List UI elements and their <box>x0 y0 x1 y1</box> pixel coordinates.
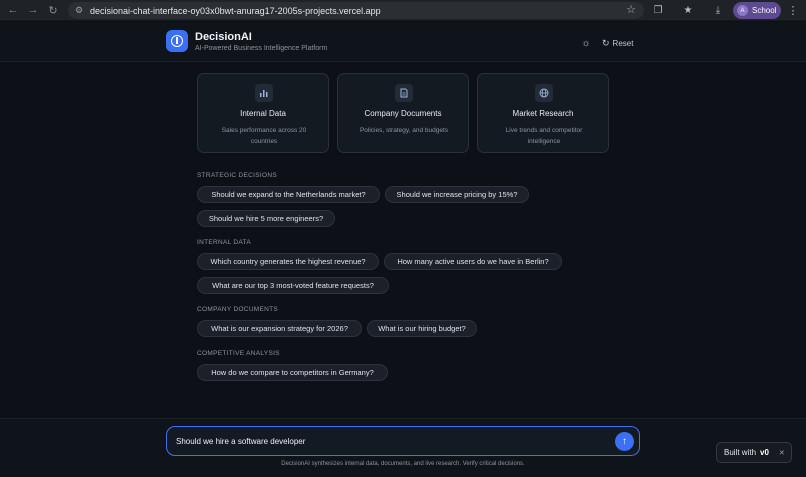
suggestion-chip[interactable]: How do we compare to competitors in Germ… <box>197 364 388 381</box>
section-label-documents: COMPANY DOCUMENTS <box>197 306 279 313</box>
forward-arrow-icon[interactable]: → <box>26 3 40 17</box>
chat-composer: ↑ <box>166 426 640 456</box>
profile-label: School <box>752 6 777 15</box>
card-title: Company Documents <box>364 109 442 118</box>
address-bar[interactable]: ⚙ decisionai-chat-interface-oy03x0bwt-an… <box>68 2 644 19</box>
avatar: A <box>737 5 748 16</box>
back-arrow-icon[interactable]: ← <box>6 3 20 17</box>
built-with-label: Built with <box>724 448 757 457</box>
section-label-strategic: STRATEGIC DECISIONS <box>197 172 277 179</box>
send-button[interactable]: ↑ <box>615 432 634 451</box>
suggestion-chip[interactable]: How many active users do we have in Berl… <box>384 253 562 270</box>
reset-button[interactable]: ↻ Reset <box>602 36 633 50</box>
downloads-icon[interactable]: ⤓ <box>711 3 725 17</box>
bookmark-star-icon[interactable]: ☆ <box>626 3 636 16</box>
section-label-competitive: COMPETITIVE ANALYSIS <box>197 350 280 357</box>
reset-label: Reset <box>612 38 634 48</box>
sun-icon[interactable]: ☼ <box>579 36 593 50</box>
suggestion-chip[interactable]: Should we increase pricing by 15%? <box>385 186 529 203</box>
site-info-icon[interactable]: ⚙ <box>72 5 86 17</box>
profile-button[interactable]: A School <box>733 2 781 19</box>
page-title: DecisionAI <box>195 31 252 43</box>
suggestion-chip[interactable]: Should we expand to the Netherlands mark… <box>197 186 380 203</box>
tab-search-icon[interactable]: ★ <box>681 3 695 17</box>
disclaimer-text: DecisionAI synthesizes internal data, do… <box>281 461 525 467</box>
suggestion-chip[interactable]: What is our hiring budget? <box>367 320 477 337</box>
card-description: Sales performance across 20 countries <box>221 127 307 145</box>
page-subtitle: AI-Powered Business Intelligence Platfor… <box>195 45 328 52</box>
suggestion-chip[interactable]: Should we hire 5 more engineers? <box>197 210 335 227</box>
v0-logo: v0 <box>760 448 769 457</box>
built-with-badge[interactable]: Built with v0 ✕ <box>716 442 792 463</box>
refresh-icon: ↻ <box>602 37 610 48</box>
bar-chart-icon <box>255 84 273 102</box>
browser-toolbar: ← → ↻ ⚙ decisionai-chat-interface-oy03x0… <box>0 0 806 21</box>
reload-icon[interactable]: ↻ <box>46 3 60 17</box>
app-header: DecisionAI AI-Powered Business Intellige… <box>0 22 806 62</box>
section-label-internal: INTERNAL DATA <box>197 239 251 246</box>
suggestion-chip[interactable]: What is our expansion strategy for 2026? <box>197 320 362 337</box>
extensions-icon[interactable]: ❐ <box>651 3 665 17</box>
brain-logo-icon <box>166 30 188 52</box>
document-icon <box>395 84 413 102</box>
close-icon[interactable]: ✕ <box>779 449 785 457</box>
more-menu-icon[interactable]: ⋮ <box>787 3 799 17</box>
arrow-up-icon: ↑ <box>622 436 627 447</box>
card-market-research: Market Research Live trends and competit… <box>477 73 609 153</box>
suggestion-chip[interactable]: What are our top 3 most-voted feature re… <box>197 277 389 294</box>
url-text[interactable]: decisionai-chat-interface-oy03x0bwt-anur… <box>90 6 381 16</box>
card-title: Internal Data <box>240 109 286 118</box>
card-company-documents: Company Documents Policies, strategy, an… <box>337 73 469 153</box>
suggestion-chip[interactable]: Which country generates the highest reve… <box>197 253 379 270</box>
card-internal-data: Internal Data Sales performance across 2… <box>197 73 329 153</box>
card-description: Policies, strategy, and budgets <box>359 127 449 134</box>
card-title: Market Research <box>512 109 574 118</box>
chat-input[interactable] <box>176 434 606 448</box>
card-description: Live trends and competitor intelligence <box>505 127 583 145</box>
globe-icon <box>535 84 553 102</box>
